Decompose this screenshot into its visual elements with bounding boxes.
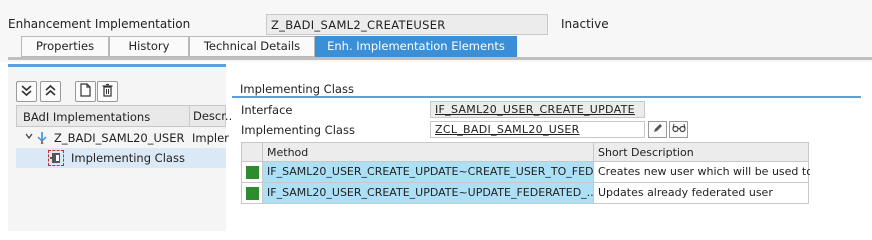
delete-button[interactable] (97, 81, 118, 102)
method-description: Creates new user which will be used to..… (593, 162, 810, 182)
expand-all-icon (20, 84, 33, 100)
row-status-cell[interactable] (242, 183, 263, 203)
new-document-icon (79, 83, 92, 100)
expand-all-button[interactable] (16, 81, 37, 102)
glasses-icon (671, 123, 686, 136)
display-button[interactable] (669, 121, 688, 138)
tab-strip-divider (8, 57, 872, 60)
implementing-class-icon (48, 150, 64, 166)
pencil-icon (652, 122, 664, 137)
methods-table-header: Method Short Description (241, 142, 809, 162)
delete-icon (101, 83, 114, 100)
tree-expand-arrow-icon[interactable] (24, 131, 34, 144)
method-name[interactable]: IF_SAML20_USER_CREATE_UPDATE~UPDATE_FEDE… (263, 183, 593, 203)
badi-implementation-icon (36, 131, 48, 148)
edit-button[interactable] (648, 121, 667, 138)
interface-field[interactable]: IF_SAML20_USER_CREATE_UPDATE (430, 101, 645, 118)
tree-row-implementing-class[interactable]: Implementing Class (16, 148, 226, 168)
method-name[interactable]: IF_SAML20_USER_CREATE_UPDATE~CREATE_USER… (263, 162, 593, 182)
status-green-icon (246, 187, 259, 200)
method-description: Updates already federated user (593, 183, 810, 203)
enhancement-implementation-label: Enhancement Implementation (8, 17, 191, 31)
section-divider (232, 96, 861, 98)
tree-column-badi-implementations[interactable]: BAdI Implementations (23, 110, 150, 124)
select-all-cell[interactable] (242, 143, 263, 161)
new-document-button[interactable] (75, 81, 96, 102)
implementing-class-label: Implementing Class (241, 123, 355, 137)
tree-item-label: Z_BADI_SAML20_USER (54, 131, 185, 145)
tree-item-descr: Impler (192, 131, 229, 145)
column-short-description[interactable]: Short Description (593, 143, 810, 161)
section-title: Implementing Class (240, 82, 354, 96)
collapse-all-icon (44, 84, 57, 100)
tree-column-description[interactable]: Descr... (189, 106, 236, 126)
row-status-cell[interactable] (242, 162, 263, 182)
tree-header: BAdI Implementations Descr... (16, 105, 236, 127)
table-row[interactable]: IF_SAML20_USER_CREATE_UPDATE~UPDATE_FEDE… (241, 183, 809, 204)
tab-history[interactable]: History (109, 36, 189, 57)
tab-properties[interactable]: Properties (21, 36, 109, 57)
enhancement-implementation-field[interactable]: Z_BADI_SAML2_CREATEUSER (266, 14, 548, 35)
tab-technical-details[interactable]: Technical Details (189, 36, 315, 57)
status-green-icon (246, 166, 259, 179)
implementing-class-field[interactable]: ZCL_BADI_SAML20_USER (430, 121, 645, 138)
tree-item-label: Implementing Class (71, 151, 185, 165)
interface-label: Interface (241, 103, 293, 117)
status-label: Inactive (561, 17, 609, 31)
tree-row-badi-impl[interactable]: Z_BADI_SAML20_USER Impler (16, 128, 229, 148)
column-method[interactable]: Method (263, 143, 593, 161)
table-row[interactable]: IF_SAML20_USER_CREATE_UPDATE~CREATE_USER… (241, 162, 810, 183)
tab-enh-implementation-elements[interactable]: Enh. Implementation Elements (315, 36, 517, 59)
collapse-all-button[interactable] (40, 81, 61, 102)
